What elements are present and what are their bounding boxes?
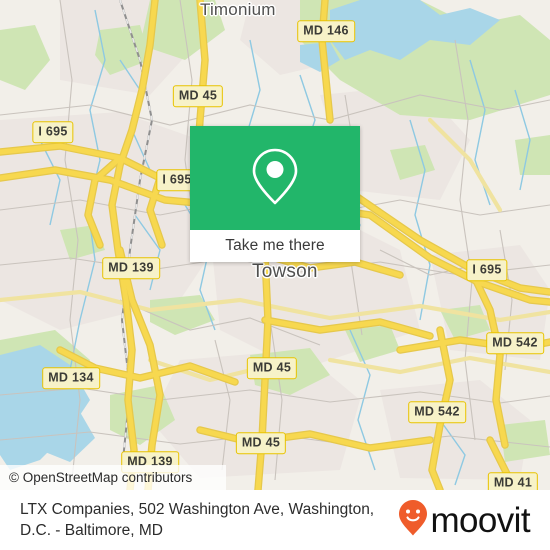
map-attribution[interactable]: © OpenStreetMap contributors — [0, 465, 226, 490]
footer-bar: LTX Companies, 502 Washington Ave, Washi… — [0, 490, 550, 550]
take-me-there-card[interactable]: Take me there — [190, 126, 360, 262]
card-pin-area — [190, 126, 360, 230]
moovit-smiley-pin-icon — [398, 499, 428, 542]
take-me-there-button[interactable]: Take me there — [190, 230, 360, 262]
map-pin-icon — [249, 145, 301, 212]
moovit-logo[interactable]: moovit — [398, 499, 537, 542]
moovit-wordmark: moovit — [430, 500, 531, 540]
location-title: LTX Companies, 502 Washington Ave, Washi… — [20, 501, 375, 539]
map-share-card: Timonium Towson MD 146 MD 45 I 695 I 695… — [0, 0, 550, 550]
take-me-there-label: Take me there — [225, 237, 325, 254]
attribution-text: © OpenStreetMap contributors — [9, 470, 193, 485]
